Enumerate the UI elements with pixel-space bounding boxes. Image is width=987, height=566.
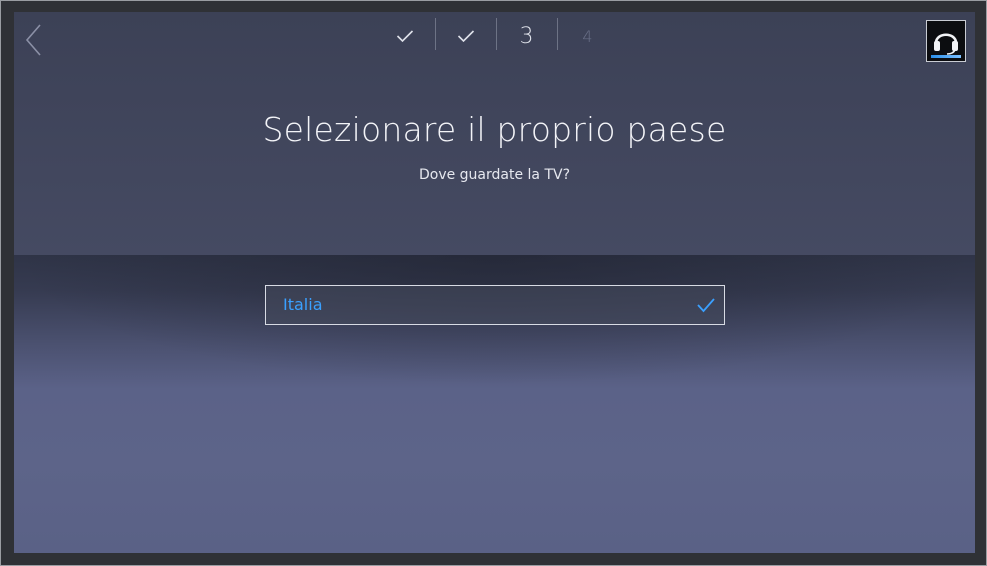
- check-icon: [697, 298, 715, 313]
- window-frame: 3 4 Selezionare il proprio paese Dove gu…: [0, 0, 987, 566]
- chevron-left-icon: [25, 24, 41, 56]
- headset-icon: [934, 33, 958, 55]
- step-indicator: 3 4: [374, 16, 618, 56]
- step-2: [435, 16, 496, 56]
- country-option-selected[interactable]: Italia: [265, 285, 725, 325]
- help-progress-bar: [931, 55, 961, 58]
- check-icon: [396, 30, 413, 43]
- page-subtitle: Dove guardate la TV?: [418, 167, 571, 183]
- page-title: Selezionare il proprio paese: [262, 110, 727, 149]
- help-button[interactable]: [926, 20, 966, 62]
- back-button[interactable]: [24, 22, 46, 58]
- country-option-label: Italia: [283, 295, 323, 314]
- tv-screen: 3 4 Selezionare il proprio paese Dove gu…: [14, 12, 975, 553]
- check-icon: [457, 30, 474, 43]
- step-1: [374, 16, 435, 56]
- step-4: 4: [557, 16, 618, 56]
- step-3: 3: [496, 16, 557, 56]
